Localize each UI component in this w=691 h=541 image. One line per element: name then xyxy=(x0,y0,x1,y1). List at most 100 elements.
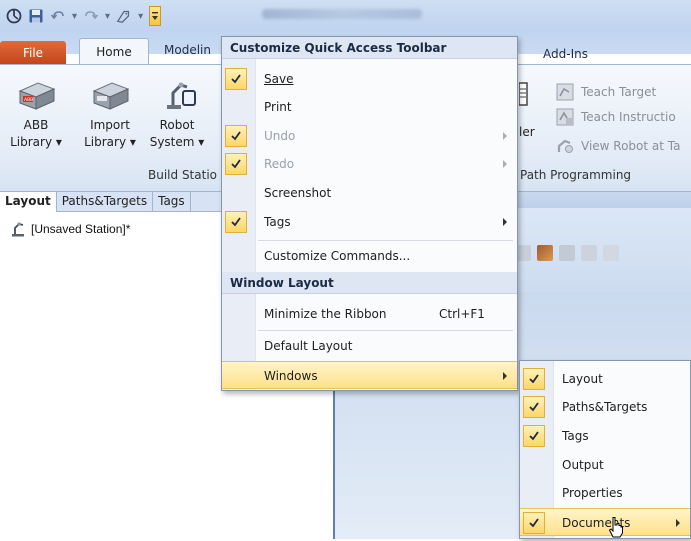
view-robot-at-target-button[interactable]: View Robot at Ta xyxy=(556,135,680,157)
view-robot-icon xyxy=(556,137,574,155)
menu-item-label: Undo xyxy=(264,129,296,143)
tags-dropdown-icon[interactable]: ▾ xyxy=(138,11,143,22)
menu-header-customize: Customize Quick Access Toolbar xyxy=(222,37,517,59)
menu-item-label: Paths&Targets xyxy=(562,400,648,414)
teach-instruction-icon xyxy=(556,108,574,126)
menu-item-tags-window[interactable]: Tags xyxy=(520,422,690,450)
teach-target-icon xyxy=(556,83,574,101)
menu-item-label: Print xyxy=(264,100,292,114)
teach-target-label: Teach Target xyxy=(581,85,657,99)
tab-file[interactable]: File xyxy=(0,41,66,64)
tab-layout[interactable]: Layout xyxy=(0,192,57,212)
svg-text:ABB: ABB xyxy=(24,97,33,103)
import-library-label-2: Library ▾ xyxy=(84,135,136,149)
check-icon xyxy=(523,396,545,418)
import-library-button[interactable]: Import Library ▾ xyxy=(80,77,140,151)
customize-qat-menu: Customize Quick Access Toolbar Save Prin… xyxy=(221,36,518,391)
check-icon xyxy=(225,211,247,233)
tab-modeling[interactable]: Modelin xyxy=(164,43,211,57)
menu-item-label: Minimize the Ribbon xyxy=(264,307,387,321)
hand-cursor-icon xyxy=(608,516,624,538)
check-icon xyxy=(523,368,545,390)
menu-item-screenshot[interactable]: Screenshot xyxy=(222,179,517,207)
menu-item-label: Screenshot xyxy=(264,186,332,200)
group-label-build-station: Build Statio xyxy=(148,168,217,182)
menu-item-label: Tags xyxy=(562,429,589,443)
redo-dropdown-icon[interactable]: ▾ xyxy=(105,11,110,22)
menu-item-label: Tags xyxy=(264,215,291,229)
menu-separator xyxy=(258,330,513,331)
view-toolbar-icons xyxy=(515,245,619,261)
robot-system-label-1: Robot xyxy=(159,118,195,132)
save-icon[interactable] xyxy=(28,8,44,24)
partial-button-label[interactable]: ler xyxy=(519,125,535,139)
menu-item-label: Layout xyxy=(562,372,603,386)
teach-instruction-button[interactable]: Teach Instructio xyxy=(556,106,676,128)
view-robot-label: View Robot at Ta xyxy=(581,139,681,153)
tab-tags[interactable]: Tags xyxy=(153,192,191,212)
robot-system-label-2: System ▾ xyxy=(149,135,205,149)
menu-item-redo[interactable]: Redo xyxy=(222,150,517,178)
check-icon xyxy=(225,125,247,147)
view-tool-icon[interactable] xyxy=(559,245,575,261)
check-icon xyxy=(225,153,247,175)
menu-header-window-layout: Window Layout xyxy=(222,272,517,294)
partial-document-icon xyxy=(518,81,529,107)
abb-library-label-1: ABB xyxy=(23,118,49,132)
menu-separator xyxy=(258,240,513,241)
submenu-arrow-icon xyxy=(503,160,507,168)
menu-item-layout[interactable]: Layout xyxy=(520,365,690,393)
undo-icon[interactable] xyxy=(50,8,66,24)
group-label-path-programming: Path Programming xyxy=(520,168,632,182)
tab-home[interactable]: Home xyxy=(79,38,149,65)
menu-item-label: Properties xyxy=(562,486,623,500)
tab-addins[interactable]: Add-Ins xyxy=(543,47,588,61)
check-icon xyxy=(523,425,545,447)
menu-item-label: Redo xyxy=(264,157,295,171)
check-icon xyxy=(523,512,545,534)
menu-item-save[interactable]: Save xyxy=(222,65,517,93)
app-logo-icon[interactable] xyxy=(6,8,22,24)
robot-system-button[interactable]: Robot System ▾ xyxy=(147,77,207,151)
import-library-icon xyxy=(90,77,130,111)
check-icon xyxy=(225,68,247,90)
menu-item-default-layout[interactable]: Default Layout xyxy=(222,332,517,360)
menu-item-label: Windows xyxy=(264,369,318,383)
undo-dropdown-icon[interactable]: ▾ xyxy=(72,11,77,22)
customize-qat-button[interactable] xyxy=(149,6,162,26)
station-icon xyxy=(11,221,25,237)
tab-paths-targets[interactable]: Paths&Targets xyxy=(57,192,154,212)
tag-icon[interactable] xyxy=(116,8,132,24)
window-title-blurred xyxy=(262,9,422,19)
menu-item-output[interactable]: Output xyxy=(520,451,690,479)
view-tool-icon[interactable] xyxy=(603,245,619,261)
import-library-label-1: Import xyxy=(90,118,130,132)
submenu-arrow-icon xyxy=(676,519,680,527)
robot-system-icon xyxy=(157,77,197,111)
quick-access-toolbar: ▾ ▾ ▾ xyxy=(6,6,162,26)
abb-library-button[interactable]: ABB ABB Library ▾ xyxy=(6,77,66,151)
redo-icon[interactable] xyxy=(83,8,99,24)
teach-target-button[interactable]: Teach Target xyxy=(556,81,656,103)
menu-item-minimize-ribbon[interactable]: Minimize the Ribbon Ctrl+F1 xyxy=(222,300,517,328)
menu-item-label: Save xyxy=(264,72,294,86)
menu-item-print[interactable]: Print xyxy=(222,93,517,121)
menu-item-label: Customize Commands... xyxy=(264,249,411,263)
windows-submenu: Layout Paths&Targets Tags Output Propert… xyxy=(519,360,691,539)
submenu-arrow-icon xyxy=(503,132,507,140)
menu-item-documents[interactable]: Documents xyxy=(520,508,690,536)
menu-item-paths-targets[interactable]: Paths&Targets xyxy=(520,393,690,421)
menu-item-properties[interactable]: Properties xyxy=(520,479,690,507)
tree-item-label: [Unsaved Station]* xyxy=(31,222,131,236)
teach-instruction-label: Teach Instructio xyxy=(581,110,676,124)
view-tool-icon[interactable] xyxy=(581,245,597,261)
menu-item-tags[interactable]: Tags xyxy=(222,208,517,236)
menu-item-windows[interactable]: Windows xyxy=(222,361,517,389)
view-tool-icon[interactable] xyxy=(537,245,553,261)
menu-item-undo[interactable]: Undo xyxy=(222,122,517,150)
submenu-arrow-icon xyxy=(503,372,507,380)
tree-item-station[interactable]: [Unsaved Station]* xyxy=(11,221,130,237)
menu-item-shortcut: Ctrl+F1 xyxy=(439,307,485,321)
menu-item-customize-commands[interactable]: Customize Commands... xyxy=(222,242,517,270)
abb-library-icon: ABB xyxy=(16,77,56,111)
